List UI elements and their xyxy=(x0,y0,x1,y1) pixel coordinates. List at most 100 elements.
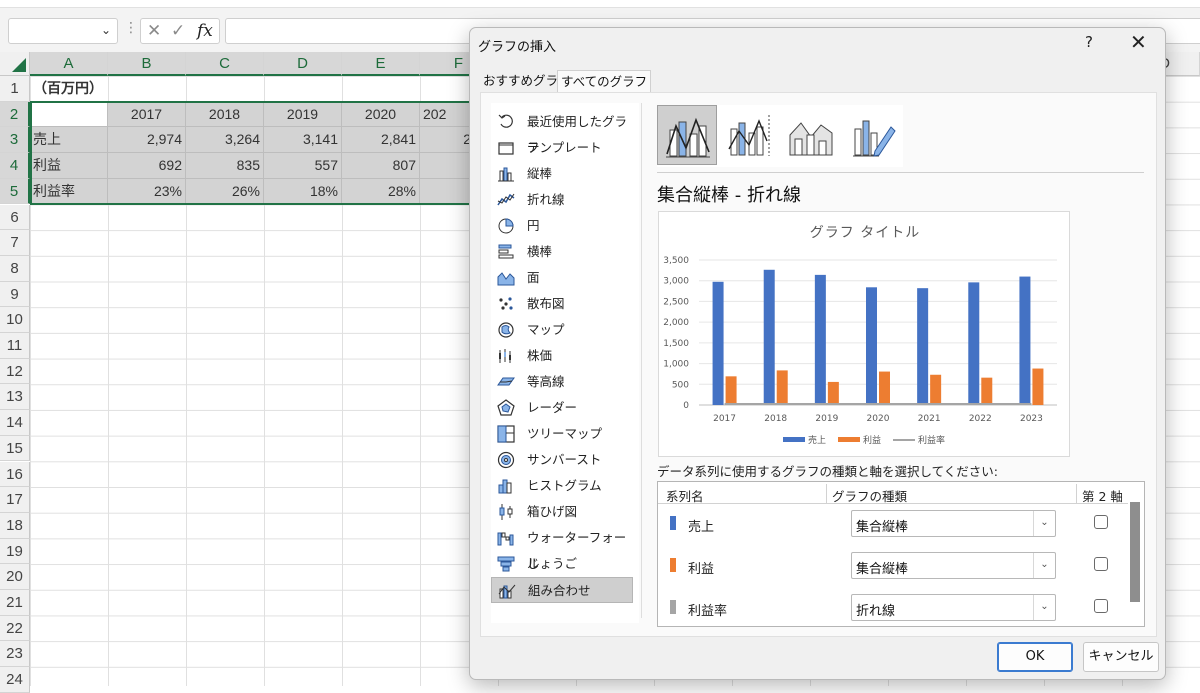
more-icon[interactable]: ⋮ xyxy=(124,20,138,36)
row-header-5[interactable]: 5 xyxy=(0,179,30,205)
row-header-2[interactable]: 2 xyxy=(0,102,30,128)
row-header-11[interactable]: 11 xyxy=(0,333,30,359)
row-header-10[interactable]: 10 xyxy=(0,307,30,333)
column-header-b[interactable]: B xyxy=(108,52,186,76)
column-header-c[interactable]: C xyxy=(186,52,264,76)
insert-function-icon[interactable]: fx xyxy=(197,21,213,41)
cell-e2[interactable]: 2020 xyxy=(342,102,420,128)
row-header-22[interactable]: 22 xyxy=(0,616,30,642)
chart-type-scatter-chart[interactable]: 散布図 xyxy=(491,291,633,317)
cell-a3[interactable]: 売上 xyxy=(30,127,108,153)
cell-e5[interactable]: 28% xyxy=(342,179,420,205)
row-header-14[interactable]: 14 xyxy=(0,410,30,436)
row-header-23[interactable]: 23 xyxy=(0,641,30,667)
chevron-down-icon[interactable]: ⌄ xyxy=(1033,595,1055,620)
cell-f2[interactable]: 202 xyxy=(420,102,475,128)
ok-button[interactable]: OK xyxy=(997,642,1073,672)
chart-type-folder[interactable]: テンプレート xyxy=(491,135,633,161)
chart-type-recent[interactable]: 最近使用したグラフ xyxy=(491,109,633,135)
cell-f3[interactable]: 2 xyxy=(420,127,475,153)
series-chart-type-select[interactable]: 折れ線⌄ xyxy=(851,594,1056,621)
series-scrollbar[interactable] xyxy=(1130,502,1140,602)
cell-a2[interactable] xyxy=(30,102,108,128)
row-header-16[interactable]: 16 xyxy=(0,462,30,488)
cell-b5[interactable]: 23% xyxy=(108,179,186,205)
cell-d3[interactable]: 3,141 xyxy=(264,127,342,153)
cell-c2[interactable]: 2018 xyxy=(186,102,264,128)
cell-e3[interactable]: 2,841 xyxy=(342,127,420,153)
chart-type-histogram-chart[interactable]: ヒストグラム xyxy=(491,473,633,499)
ribbon-edge xyxy=(0,0,1200,8)
chevron-down-icon[interactable]: ⌄ xyxy=(1033,511,1055,536)
chart-type-line-chart[interactable]: 折れ線 xyxy=(491,187,633,213)
row-header-24[interactable]: 24 xyxy=(0,667,30,693)
row-header-1[interactable]: 1 xyxy=(0,76,30,102)
row-header-18[interactable]: 18 xyxy=(0,513,30,539)
help-icon[interactable]: ? xyxy=(1085,33,1093,51)
cell-d2[interactable]: 2019 xyxy=(264,102,342,128)
chart-type-area-chart[interactable]: 面 xyxy=(491,265,633,291)
secondary-axis-checkbox[interactable] xyxy=(1094,557,1108,571)
cell-a4[interactable]: 利益 xyxy=(30,153,108,179)
select-all-corner[interactable] xyxy=(0,52,30,76)
cell-a1[interactable]: （百万円） xyxy=(30,76,190,102)
cell-d5[interactable]: 18% xyxy=(264,179,342,205)
name-box[interactable]: ⌄ xyxy=(8,18,118,44)
cancel-button[interactable]: キャンセル xyxy=(1083,642,1159,672)
column-header-a[interactable]: A xyxy=(30,52,108,76)
row-header-17[interactable]: 17 xyxy=(0,487,30,513)
cell-b4[interactable]: 692 xyxy=(108,153,186,179)
chart-type-treemap-chart[interactable]: ツリーマップ xyxy=(491,421,633,447)
cell-c4[interactable]: 835 xyxy=(186,153,264,179)
chart-type-combo-chart[interactable]: 組み合わせ xyxy=(491,577,633,603)
cell-c5[interactable]: 26% xyxy=(186,179,264,205)
chart-type-funnel-chart[interactable]: じょうご xyxy=(491,551,633,577)
row-header-21[interactable]: 21 xyxy=(0,590,30,616)
chart-type-surface-chart[interactable]: 等高線 xyxy=(491,369,633,395)
cell-f5[interactable] xyxy=(420,179,475,205)
cancel-entry-icon[interactable]: ✕ xyxy=(147,21,161,41)
row-header-13[interactable]: 13 xyxy=(0,384,30,410)
chart-type-waterfall-chart[interactable]: ウォーターフォール xyxy=(491,525,633,551)
chart-type-map-chart[interactable]: マップ xyxy=(491,317,633,343)
secondary-axis-checkbox[interactable] xyxy=(1094,599,1108,613)
row-header-3[interactable]: 3 xyxy=(0,127,30,153)
subtype-area-column[interactable] xyxy=(781,105,841,165)
series-chart-type-select[interactable]: 集合縦棒⌄ xyxy=(851,510,1056,537)
row-header-7[interactable]: 7 xyxy=(0,230,30,256)
cell-b3[interactable]: 2,974 xyxy=(108,127,186,153)
cell-d4[interactable]: 557 xyxy=(264,153,342,179)
cell-c3[interactable]: 3,264 xyxy=(186,127,264,153)
close-icon[interactable]: ✕ xyxy=(1130,30,1147,54)
row-header-8[interactable]: 8 xyxy=(0,256,30,282)
confirm-entry-icon[interactable]: ✓ xyxy=(171,21,185,41)
cell-e4[interactable]: 807 xyxy=(342,153,420,179)
chart-type-stock-chart[interactable]: 株価 xyxy=(491,343,633,369)
chart-type-boxwhisker-chart[interactable]: 箱ひげ図 xyxy=(491,499,633,525)
row-header-19[interactable]: 19 xyxy=(0,539,30,565)
row-header-15[interactable]: 15 xyxy=(0,436,30,462)
chart-type-sunburst-chart[interactable]: サンバースト xyxy=(491,447,633,473)
row-header-12[interactable]: 12 xyxy=(0,359,30,385)
subtype-column-line-secondary[interactable] xyxy=(719,105,779,165)
row-header-6[interactable]: 6 xyxy=(0,205,30,231)
chevron-down-icon[interactable]: ⌄ xyxy=(101,23,111,37)
row-header-4[interactable]: 4 xyxy=(0,153,30,179)
row-header-9[interactable]: 9 xyxy=(0,282,30,308)
column-header-d[interactable]: D xyxy=(264,52,342,76)
column-header-e[interactable]: E xyxy=(342,52,420,76)
row-header-20[interactable]: 20 xyxy=(0,564,30,590)
chart-type-column-chart[interactable]: 縦棒 xyxy=(491,161,633,187)
cell-f4[interactable] xyxy=(420,153,475,179)
chart-type-bar-chart[interactable]: 横棒 xyxy=(491,239,633,265)
secondary-axis-checkbox[interactable] xyxy=(1094,515,1108,529)
cell-b2[interactable]: 2017 xyxy=(108,102,186,128)
cell-a5[interactable]: 利益率 xyxy=(30,179,108,205)
subtype-custom-combo[interactable] xyxy=(843,105,903,165)
tab-all-charts[interactable]: すべてのグラフ xyxy=(557,70,651,92)
chart-type-radar-chart[interactable]: レーダー xyxy=(491,395,633,421)
series-chart-type-select[interactable]: 集合縦棒⌄ xyxy=(851,552,1056,579)
chart-type-pie-chart[interactable]: 円 xyxy=(491,213,633,239)
chevron-down-icon[interactable]: ⌄ xyxy=(1033,553,1055,578)
subtype-clustered-column-line[interactable] xyxy=(657,105,717,165)
